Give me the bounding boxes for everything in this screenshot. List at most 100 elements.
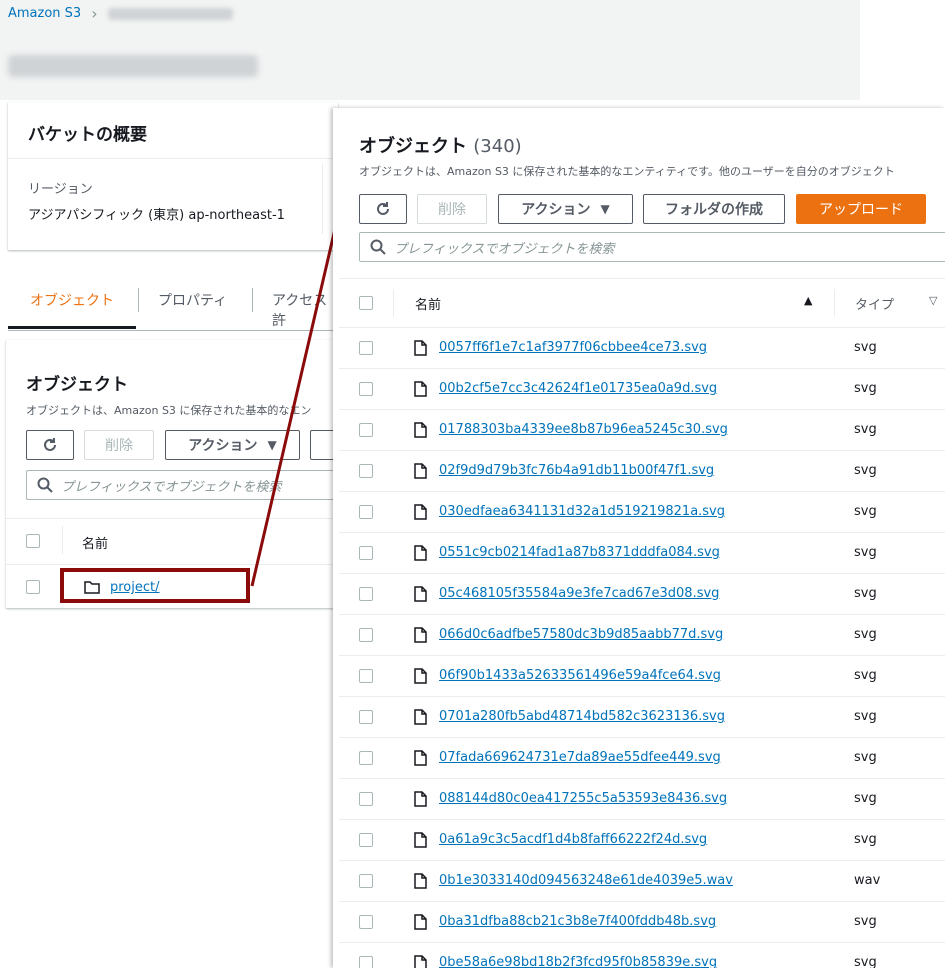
file-type: svg [854,627,877,642]
row-checkbox[interactable] [359,423,373,437]
delete-button[interactable]: 削除 [417,194,487,224]
file-icon [414,873,427,889]
file-type: svg [854,340,877,355]
table-row: 030edfaea6341131d32a1d519219821a.svg svg [339,492,945,533]
objects-zoom-panel: オブジェクト (340) オブジェクトは、Amazon S3 に保存された基本的… [333,108,945,968]
name-column-header[interactable]: 名前 [415,294,441,313]
file-type: wav [854,873,881,888]
select-all-checkbox[interactable] [359,296,373,310]
row-checkbox[interactable] [359,628,373,642]
divider [834,289,835,317]
file-link[interactable]: 0be58a6e98bd18b2f3fcd95f0b85839e.svg [439,955,717,968]
table-row: 0701a280fb5abd48714bd582c3623136.svg svg [339,697,945,738]
table-row: 0057ff6f1e7c1af3977f06cbbee4ce73.svg svg [339,328,945,369]
file-link[interactable]: 05c468105f35584a9e3fe7cad67e3d08.svg [439,586,719,601]
file-type: svg [854,586,877,601]
row-checkbox[interactable] [359,382,373,396]
file-icon [414,340,427,356]
file-icon [414,463,427,479]
table-row: 0b1e3033140d094563248e61de4039e5.wav wav [339,861,945,902]
type-column-header[interactable]: タイプ [855,294,894,313]
file-type: svg [854,545,877,560]
table-row: 01788303ba4339ee8b87b96ea5245c30.svg svg [339,410,945,451]
row-checkbox[interactable] [359,915,373,929]
file-type: svg [854,955,877,968]
objects-title-text: オブジェクト [359,136,467,157]
row-checkbox[interactable] [359,505,373,519]
create-folder-button[interactable]: フォルダの作成 [643,194,785,224]
row-checkbox[interactable] [359,546,373,560]
table-row: 0be58a6e98bd18b2f3fcd95f0b85839e.svg svg [339,943,945,968]
file-type: svg [854,791,877,806]
file-icon [414,791,427,807]
file-link[interactable]: 0057ff6f1e7c1af3977f06cbbee4ce73.svg [439,340,707,355]
table-row: 066d0c6adfbe57580dc3b9d85aabb77d.svg svg [339,615,945,656]
row-checkbox[interactable] [359,792,373,806]
file-link[interactable]: 0ba31dfba88cb21c3b8e7f400fddb48b.svg [439,914,716,929]
file-link[interactable]: 066d0c6adfbe57580dc3b9d85aabb77d.svg [439,627,723,642]
table-row: 088144d80c0ea417255c5a53593e8436.svg svg [339,779,945,820]
file-icon [414,914,427,930]
file-link[interactable]: 0b1e3033140d094563248e61de4039e5.wav [439,873,733,888]
file-type: svg [854,832,877,847]
table-row: 0ba31dfba88cb21c3b8e7f400fddb48b.svg svg [339,902,945,943]
row-checkbox[interactable] [359,464,373,478]
file-icon [414,627,427,643]
row-checkbox[interactable] [359,874,373,888]
file-link[interactable]: 06f90b1433a52633561496e59a4fce64.svg [439,668,721,683]
file-icon [414,422,427,438]
search-icon [370,239,386,255]
table-row: 0a61a9c3c5acdf1d4b8faff66222f24d.svg svg [339,820,945,861]
row-checkbox[interactable] [359,956,373,968]
objects-count: (340) [473,136,522,157]
file-link[interactable]: 02f9d9d79b3fc76b4a91db11b00f47f1.svg [439,463,714,478]
row-checkbox[interactable] [359,341,373,355]
refresh-button[interactable] [359,194,407,224]
row-checkbox[interactable] [359,751,373,765]
file-link[interactable]: 0a61a9c3c5acdf1d4b8faff66222f24d.svg [439,832,707,847]
objects-zoom-title: オブジェクト (340) [359,132,522,158]
sort-icon[interactable]: ▽ [929,294,937,307]
row-checkbox[interactable] [359,669,373,683]
file-link[interactable]: 0551c9cb0214fad1a87b8371dddfa084.svg [439,545,720,560]
search-placeholder: プレフィックスでオブジェクトを検索 [394,241,615,257]
file-link[interactable]: 0701a280fb5abd48714bd582c3623136.svg [439,709,725,724]
file-icon [414,750,427,766]
sort-ascending-icon[interactable]: ▲ [804,294,812,307]
row-checkbox[interactable] [359,710,373,724]
file-type: svg [854,668,877,683]
file-icon [414,668,427,684]
file-icon [414,955,427,968]
file-icon [414,832,427,848]
file-type: svg [854,709,877,724]
search-input[interactable]: プレフィックスでオブジェクトを検索 [359,232,945,262]
actions-label: アクション [521,202,591,218]
caret-down-icon: ▼ [600,202,610,216]
table-header: 名前 ▲ タイプ ▽ [339,278,945,328]
table-row: 0551c9cb0214fad1a87b8371dddfa084.svg svg [339,533,945,574]
file-type: svg [854,422,877,437]
table-row: 05c468105f35584a9e3fe7cad67e3d08.svg svg [339,574,945,615]
upload-button[interactable]: アップロード [796,194,926,224]
refresh-icon [377,202,389,215]
table-row: 07fada669624731e7da89ae55dfee449.svg svg [339,738,945,779]
objects-zoom-description: オブジェクトは、Amazon S3 に保存された基本的なエンティティです。他のユ… [359,165,895,178]
file-type: svg [854,504,877,519]
table-row: 00b2cf5e7cc3c42624f1e01735ea0a9d.svg svg [339,369,945,410]
file-icon [414,381,427,397]
row-checkbox[interactable] [359,587,373,601]
row-checkbox[interactable] [359,833,373,847]
file-type: svg [854,381,877,396]
file-link[interactable]: 030edfaea6341131d32a1d519219821a.svg [439,504,725,519]
file-link[interactable]: 00b2cf5e7cc3c42624f1e01735ea0a9d.svg [439,381,717,396]
actions-dropdown[interactable]: アクション ▼ [498,194,633,224]
file-list: 0057ff6f1e7c1af3977f06cbbee4ce73.svg svg 0… [339,328,945,968]
table-row: 06f90b1433a52633561496e59a4fce64.svg svg [339,656,945,697]
table-row: 02f9d9d79b3fc76b4a91db11b00f47f1.svg svg [339,451,945,492]
file-link[interactable]: 088144d80c0ea417255c5a53593e8436.svg [439,791,727,806]
file-link[interactable]: 01788303ba4339ee8b87b96ea5245c30.svg [439,422,728,437]
divider [393,289,394,317]
file-type: svg [854,914,877,929]
file-type: svg [854,463,877,478]
file-link[interactable]: 07fada669624731e7da89ae55dfee449.svg [439,750,721,765]
